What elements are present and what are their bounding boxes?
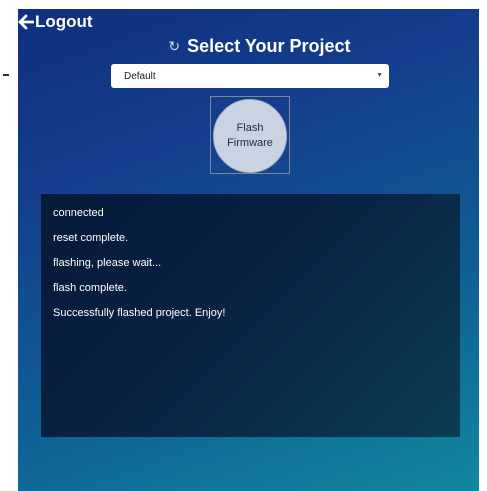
console-line: flash complete. (53, 282, 127, 294)
console-line: reset complete. (53, 232, 129, 244)
arrow-left-icon (18, 14, 34, 30)
flash-button-frame: Flash Firmware (210, 96, 290, 174)
app-window: Logout ↻ Select Your Project Default ▼ F… (18, 9, 479, 491)
flash-firmware-button[interactable]: Flash Firmware (213, 99, 287, 173)
logout-label: Logout (35, 12, 93, 31)
page-title-text: Select Your Project (187, 35, 351, 56)
console-line: flashing, please wait... (53, 257, 162, 269)
console-line: Successfully flashed project. Enjoy! (53, 307, 226, 319)
refresh-icon[interactable]: ↻ (168, 38, 180, 55)
flash-button-label-line1: Flash (236, 122, 264, 134)
console-output: connected reset complete. flashing, plea… (41, 194, 460, 437)
logout-button[interactable]: Logout (18, 11, 93, 33)
project-select[interactable]: Default ▼ (111, 64, 389, 88)
chevron-down-icon: ▼ (376, 72, 383, 79)
flash-button-label-line2: Firmware (227, 137, 273, 149)
edge-mark (3, 74, 9, 76)
project-select-value: Default (124, 70, 156, 82)
page-title: ↻ Select Your Project (18, 33, 479, 59)
console-line: connected (53, 207, 104, 219)
